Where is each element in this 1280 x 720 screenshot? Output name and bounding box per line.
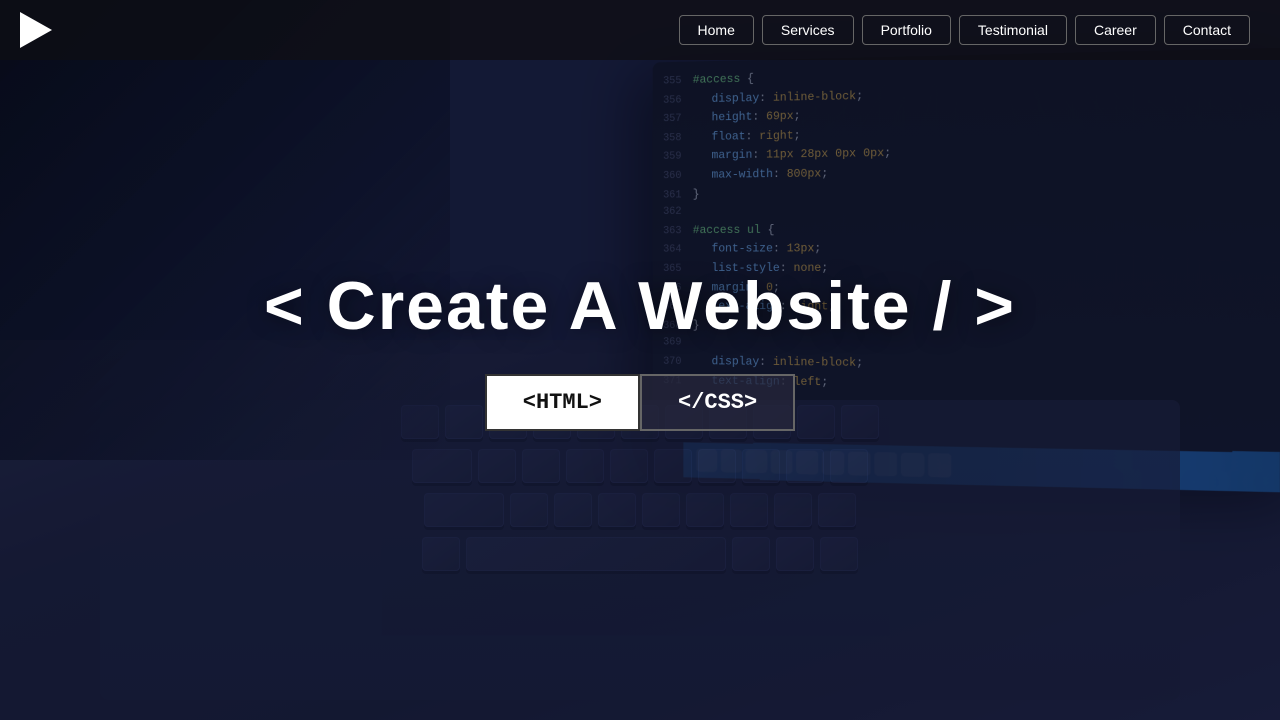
- nav-links: Home Services Portfolio Testimonial Care…: [679, 15, 1250, 45]
- logo: [20, 12, 56, 48]
- nav-services-button[interactable]: Services: [762, 15, 854, 45]
- hero-title: < Create A Website / >: [264, 269, 1016, 344]
- css-button[interactable]: </CSS>: [640, 374, 795, 431]
- hero-section: 355#access { 356display: inline-block; 3…: [0, 0, 1280, 720]
- hero-content: < Create A Website / > <HTML> </CSS>: [264, 269, 1016, 431]
- hero-buttons: <HTML> </CSS>: [264, 374, 1016, 431]
- nav-contact-button[interactable]: Contact: [1164, 15, 1250, 45]
- navbar: Home Services Portfolio Testimonial Care…: [0, 0, 1280, 60]
- nav-career-button[interactable]: Career: [1075, 15, 1156, 45]
- nav-home-button[interactable]: Home: [679, 15, 754, 45]
- nav-portfolio-button[interactable]: Portfolio: [862, 15, 951, 45]
- logo-triangle-icon: [20, 12, 52, 48]
- html-button[interactable]: <HTML>: [485, 374, 640, 431]
- nav-testimonial-button[interactable]: Testimonial: [959, 15, 1067, 45]
